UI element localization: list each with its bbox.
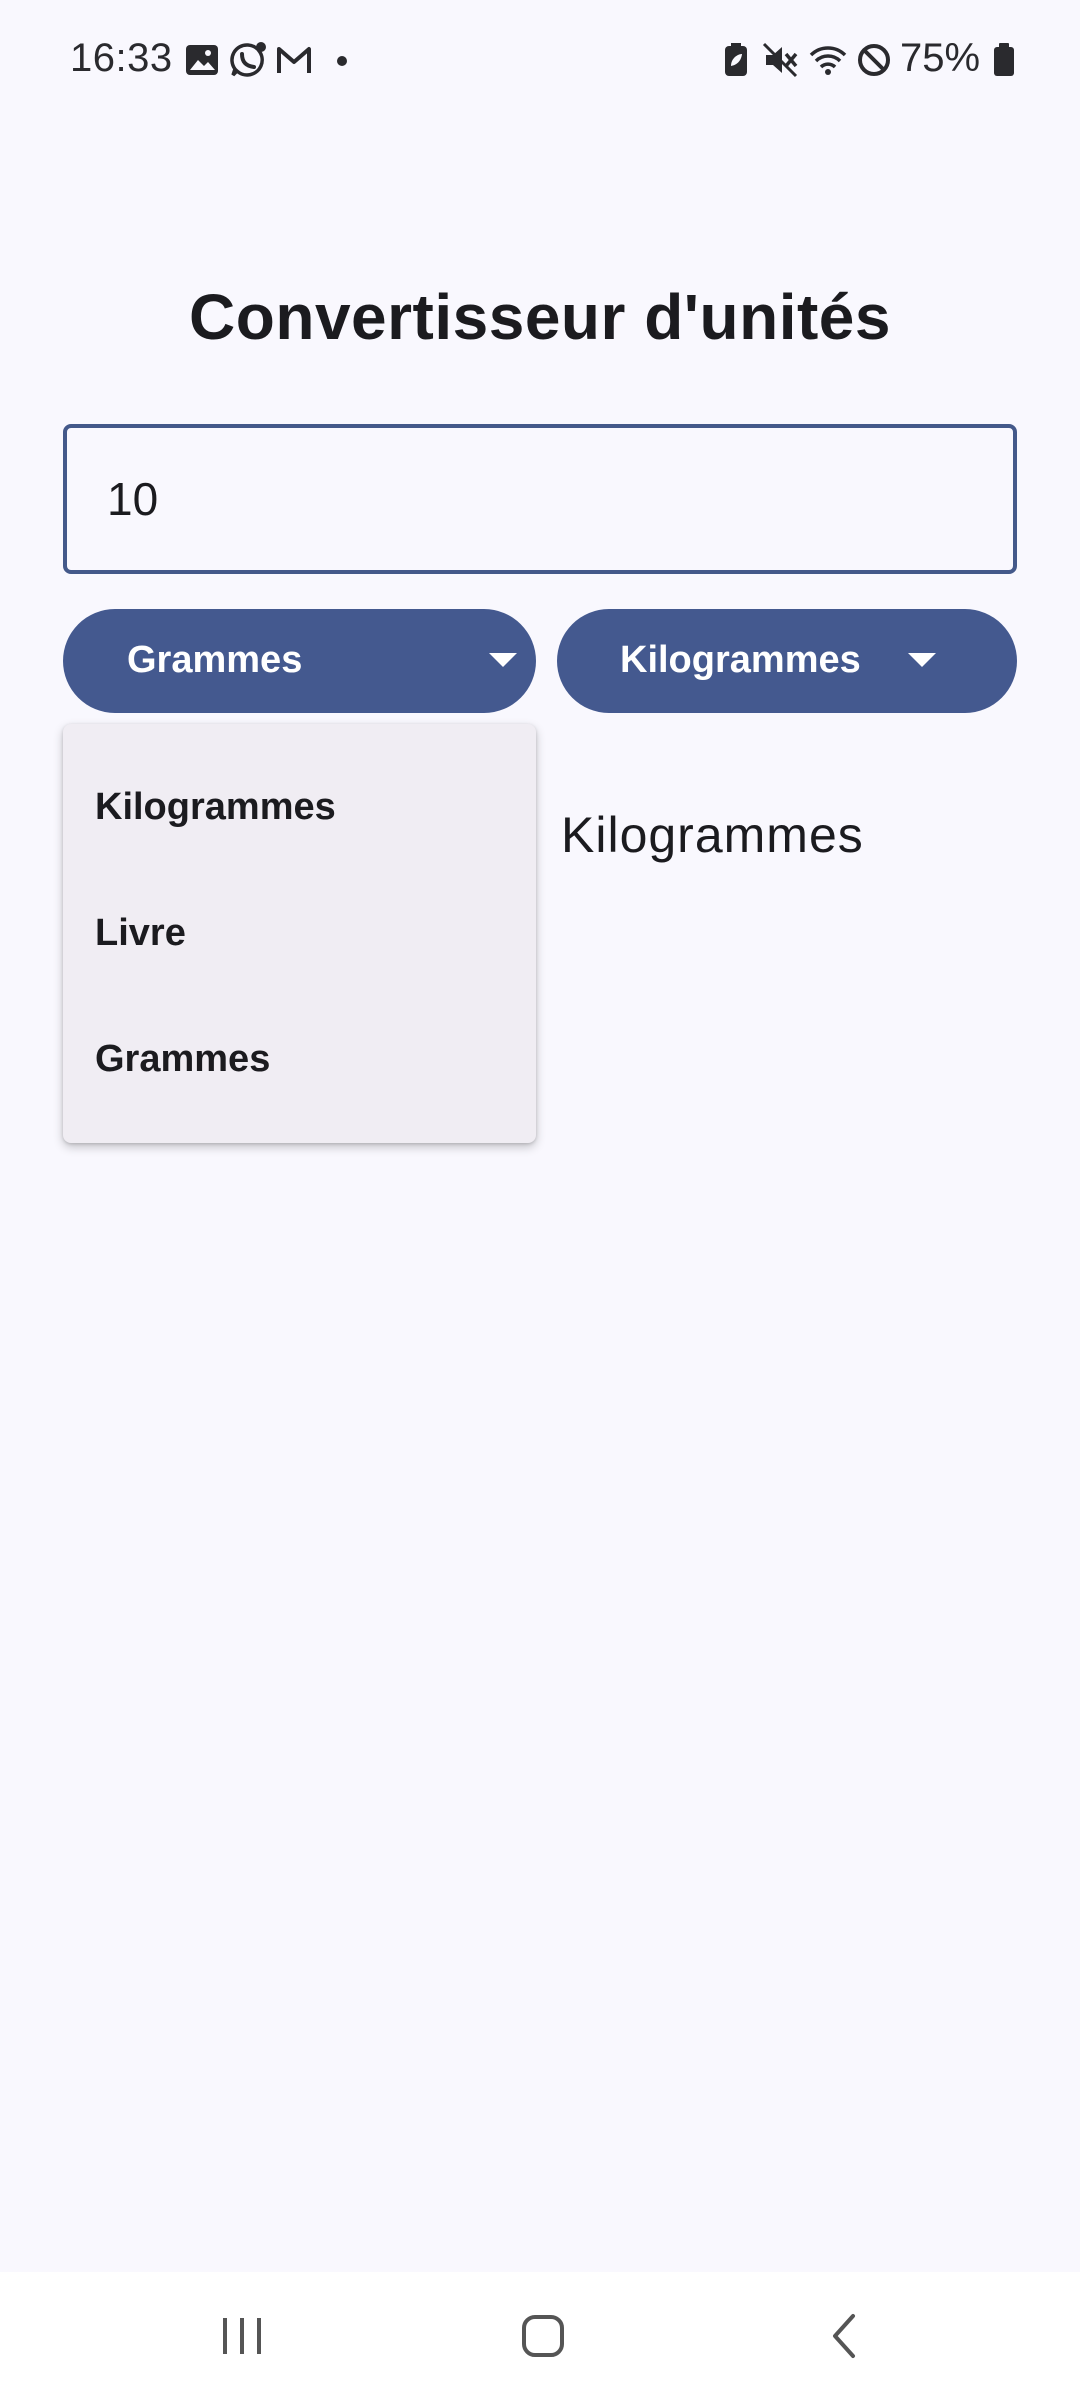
menu-item-kilogrammes[interactable]: Kilogrammes bbox=[63, 744, 536, 870]
result-text: Kilogrammes bbox=[561, 807, 864, 863]
menu-item-label: Livre bbox=[95, 912, 186, 954]
battery-icon bbox=[994, 43, 1014, 76]
chevron-down-icon bbox=[489, 653, 517, 667]
navigation-bar bbox=[0, 2272, 1080, 2400]
battery-percentage: 75% bbox=[900, 36, 981, 80]
status-bar: 16:33 75% bbox=[0, 0, 1080, 120]
mute-icon bbox=[762, 42, 798, 78]
screen: 16:33 75% Convertisseur d'unités 10 Gram… bbox=[0, 0, 1080, 2400]
to-unit-dropdown[interactable]: Kilogrammes bbox=[557, 609, 1017, 713]
status-time: 16:33 bbox=[70, 36, 173, 80]
dot-icon bbox=[337, 56, 347, 66]
recents-icon[interactable] bbox=[192, 2296, 292, 2376]
menu-item-label: Grammes bbox=[95, 1038, 271, 1080]
value-input-field[interactable] bbox=[63, 424, 1017, 574]
gallery-icon bbox=[186, 45, 218, 75]
do-not-disturb-icon bbox=[858, 44, 890, 76]
unit-dropdown-menu: Kilogrammes Livre Grammes bbox=[63, 724, 536, 1143]
page-title: Convertisseur d'unités bbox=[189, 281, 891, 353]
from-unit-label: Grammes bbox=[127, 639, 303, 681]
whatsapp-icon bbox=[230, 42, 266, 77]
to-unit-label: Kilogrammes bbox=[620, 639, 861, 681]
chevron-down-icon bbox=[908, 653, 936, 667]
menu-item-grammes[interactable]: Grammes bbox=[63, 996, 536, 1122]
from-unit-dropdown[interactable]: Grammes bbox=[63, 609, 536, 713]
back-icon[interactable] bbox=[795, 2296, 895, 2376]
menu-item-livre[interactable]: Livre bbox=[63, 870, 536, 996]
gmail-icon bbox=[277, 47, 311, 73]
menu-item-label: Kilogrammes bbox=[95, 786, 336, 828]
value-input[interactable] bbox=[107, 428, 967, 570]
wifi-icon bbox=[809, 46, 847, 75]
battery-saver-icon bbox=[725, 43, 747, 76]
home-icon[interactable] bbox=[493, 2296, 593, 2376]
